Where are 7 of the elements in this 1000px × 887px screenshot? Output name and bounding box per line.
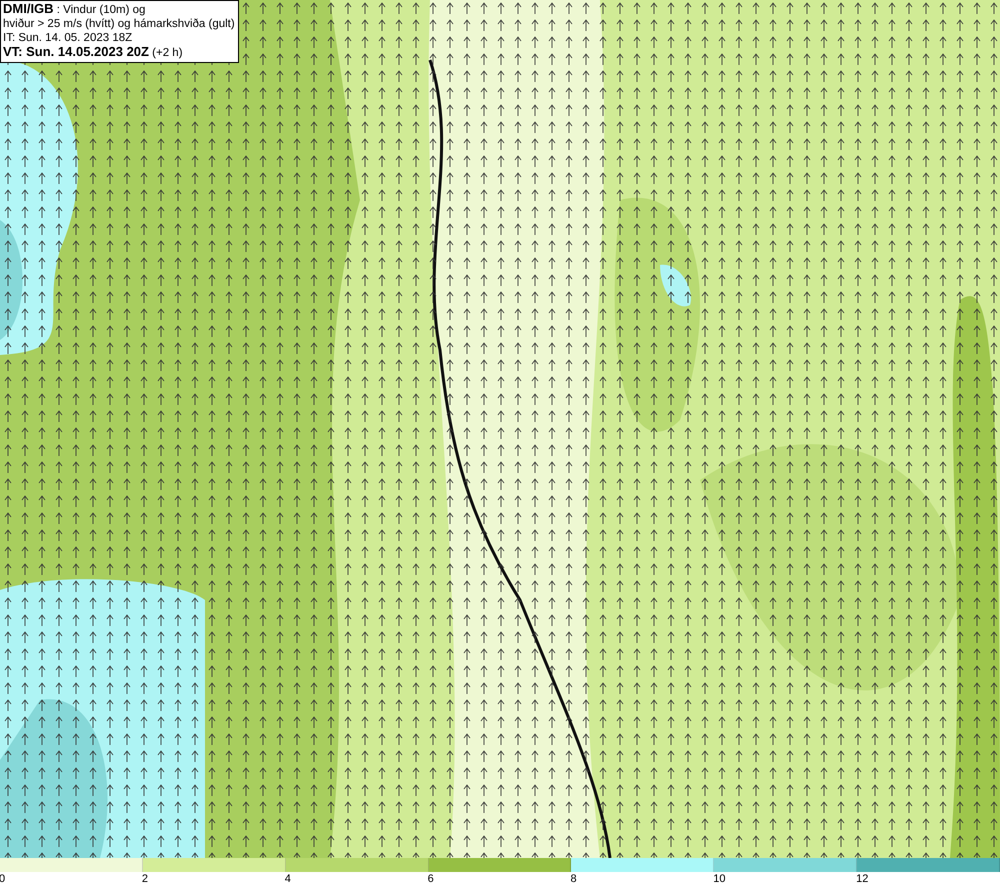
map-title-box: DMI/IGB : Vindur (10m) og hviður > 25 m/s (hvítt) og hámarkshviða (gult) IT: Sun. 14. 05. 2023 18Z VT: Sun. 14.05.2023 20Z (+2 h) <box>0 0 239 63</box>
legend-label: 10 <box>713 872 726 887</box>
legend-label: 2 <box>142 872 148 887</box>
legend-label: 6 <box>428 872 434 887</box>
legend-label: 12 <box>856 872 868 887</box>
legend-label: 4 <box>284 872 291 887</box>
legend-label: 8 <box>570 872 577 887</box>
